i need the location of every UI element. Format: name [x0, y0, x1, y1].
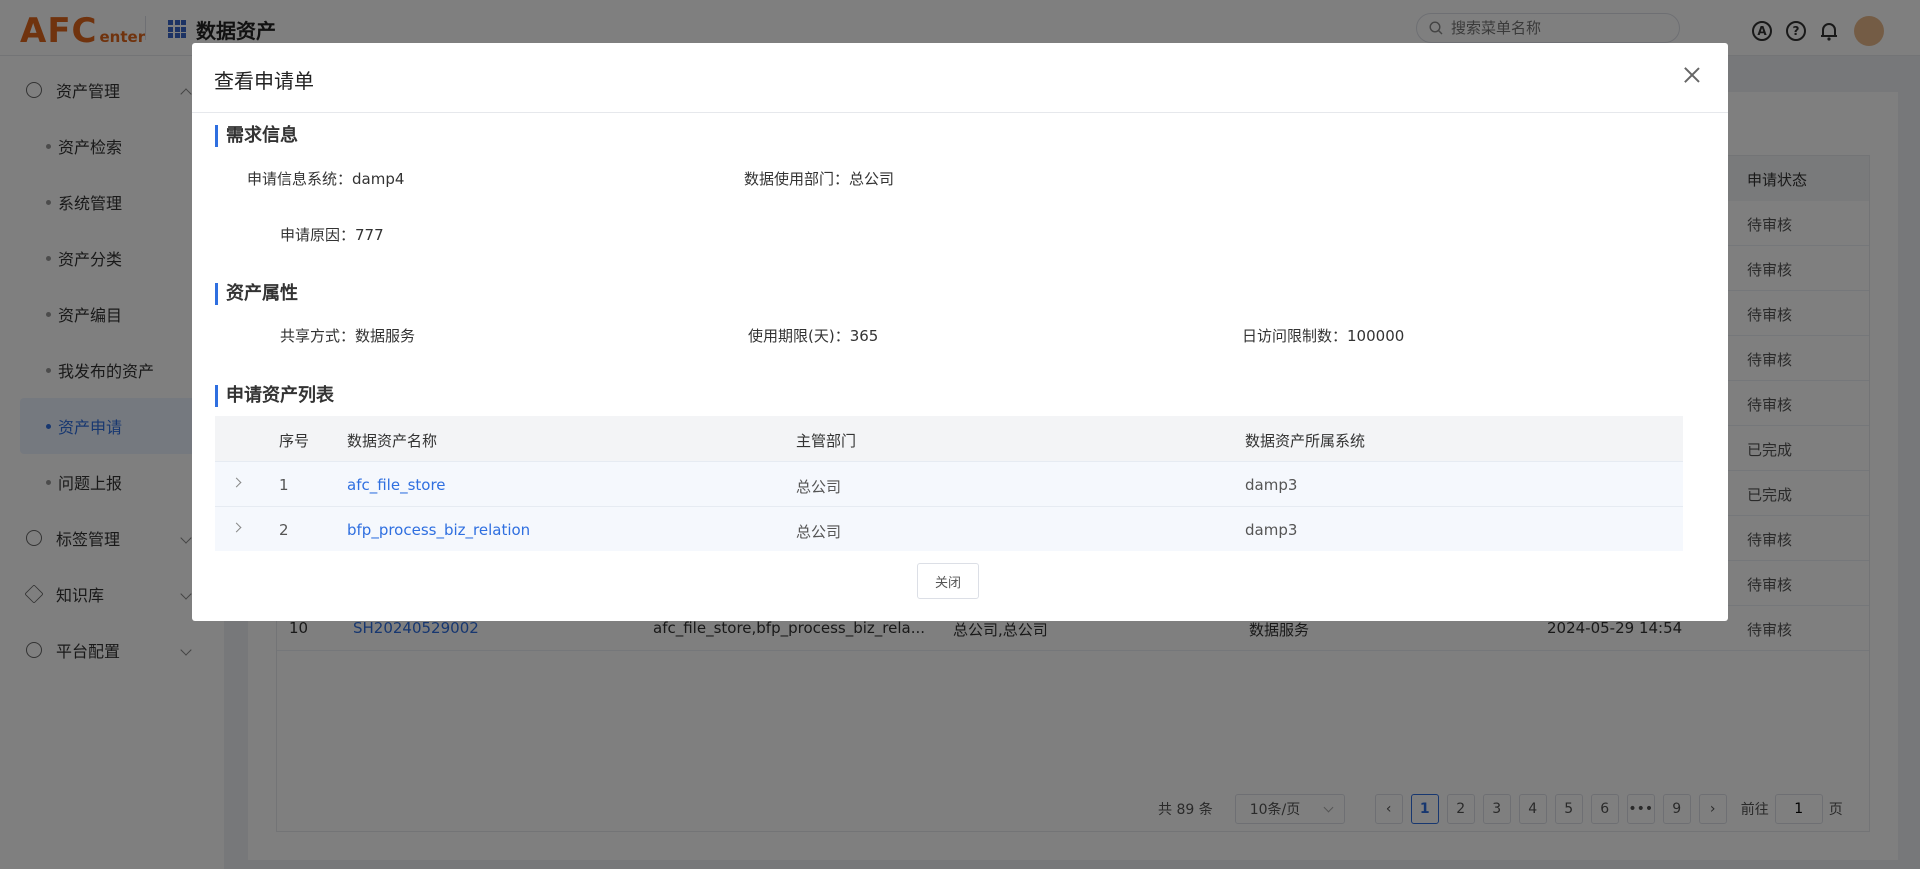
table-row[interactable]: 1 afc_file_store 总公司 damp3 — [215, 461, 1683, 506]
header-dept: 主管部门 — [796, 432, 857, 450]
field-daily-limit: 日访问限制数：100000 — [1242, 325, 1404, 346]
field-value: 777 — [355, 226, 384, 244]
chevron-right-icon[interactable] — [231, 522, 242, 533]
section-title-attributes: 资产属性 — [215, 283, 298, 305]
field-value: damp4 — [352, 170, 405, 188]
dialog-title: 查看申请单 — [214, 69, 314, 93]
field-value: 数据服务 — [355, 327, 416, 345]
close-button[interactable]: 关闭 — [917, 563, 979, 599]
dialog-header: 查看申请单 — [192, 43, 1728, 113]
table-row[interactable]: 2 bfp_process_biz_relation 总公司 damp3 — [215, 506, 1683, 551]
field-usage-period: 使用期限(天)：365 — [748, 325, 878, 346]
header-asset-name: 数据资产名称 — [347, 432, 438, 450]
field-value: 总公司 — [849, 170, 895, 188]
field-value: 365 — [849, 327, 879, 345]
chevron-right-icon[interactable] — [231, 477, 242, 488]
row-system: damp3 — [1245, 521, 1298, 539]
row-index: 1 — [279, 476, 289, 494]
section-title-demand: 需求信息 — [215, 125, 298, 147]
field-using-dept: 数据使用部门：总公司 — [744, 168, 894, 189]
row-system: damp3 — [1245, 476, 1298, 494]
asset-list-header: 序号 数据资产名称 主管部门 数据资产所属系统 — [215, 416, 1683, 461]
row-dept: 总公司 — [796, 523, 842, 541]
row-index: 2 — [279, 521, 289, 539]
asset-name-link[interactable]: afc_file_store — [347, 476, 446, 494]
field-label: 申请信息系统： — [247, 170, 353, 188]
field-label: 使用期限(天)： — [748, 327, 850, 345]
close-icon[interactable] — [1680, 63, 1704, 87]
field-label: 数据使用部门： — [744, 170, 850, 188]
field-value: 100000 — [1347, 327, 1405, 345]
field-request-system: 申请信息系统：damp4 — [247, 168, 404, 189]
header-index: 序号 — [279, 432, 310, 450]
field-label: 申请原因： — [280, 226, 356, 244]
section-title-asset-list: 申请资产列表 — [215, 385, 334, 407]
view-application-dialog: 查看申请单 需求信息 申请信息系统：damp4 数据使用部门：总公司 申请原因：… — [192, 43, 1728, 621]
field-label: 日访问限制数： — [1242, 327, 1348, 345]
asset-name-link[interactable]: bfp_process_biz_relation — [347, 521, 530, 539]
field-reason: 申请原因：777 — [280, 224, 384, 245]
row-dept: 总公司 — [796, 478, 842, 496]
field-share-mode: 共享方式：数据服务 — [280, 325, 415, 346]
asset-list-table: 序号 数据资产名称 主管部门 数据资产所属系统 1 afc_file_store… — [215, 416, 1683, 551]
field-label: 共享方式： — [280, 327, 356, 345]
header-system: 数据资产所属系统 — [1245, 432, 1366, 450]
